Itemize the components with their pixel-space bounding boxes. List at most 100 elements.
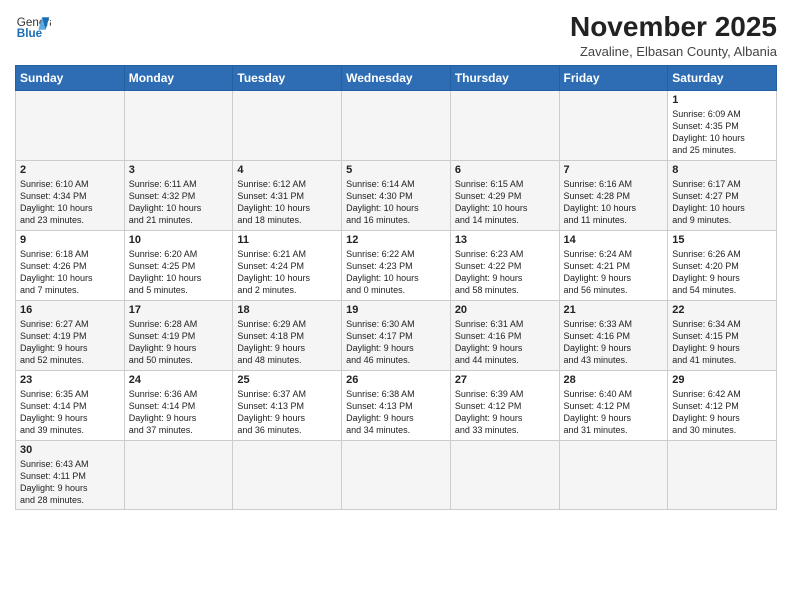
- day-cell: 9 Sunrise: 6:18 AM Sunset: 4:26 PM Daylig…: [16, 230, 125, 300]
- page: General Blue November 2025 Zavaline, Elb…: [0, 0, 792, 612]
- day-info: Sunrise: 6:39 AM Sunset: 4:12 PM Dayligh…: [455, 388, 555, 437]
- day-info: Sunrise: 6:24 AM Sunset: 4:21 PM Dayligh…: [564, 248, 664, 297]
- day-cell: 25 Sunrise: 6:37 AM Sunset: 4:13 PM Dayli…: [233, 370, 342, 440]
- day-number: 24: [129, 374, 229, 386]
- day-number: 25: [237, 374, 337, 386]
- day-info: Sunrise: 6:31 AM Sunset: 4:16 PM Dayligh…: [455, 318, 555, 367]
- day-cell: 21 Sunrise: 6:33 AM Sunset: 4:16 PM Dayli…: [559, 300, 668, 370]
- day-cell: 18Sunrise: 6:29 AM Sunset: 4:18 PM Dayli…: [233, 300, 342, 370]
- day-info: Sunrise: 6:26 AM Sunset: 4:20 PM Dayligh…: [672, 248, 772, 297]
- weekday-header-thursday: Thursday: [450, 65, 559, 90]
- day-cell: 5 Sunrise: 6:14 AM Sunset: 4:30 PM Daylig…: [342, 160, 451, 230]
- day-info: Sunrise: 6:42 AM Sunset: 4:12 PM Dayligh…: [672, 388, 772, 437]
- weekday-header-tuesday: Tuesday: [233, 65, 342, 90]
- day-cell: [450, 90, 559, 160]
- logo: General Blue: [15, 10, 51, 46]
- week-row-5: 23 Sunrise: 6:35 AM Sunset: 4:14 PM Dayli…: [16, 370, 777, 440]
- day-number: 2: [20, 164, 120, 176]
- day-info: Sunrise: 6:28 AM Sunset: 4:19 PM Dayligh…: [129, 318, 229, 367]
- day-number: 9: [20, 234, 120, 246]
- day-number: 28: [564, 374, 664, 386]
- day-info: Sunrise: 6:40 AM Sunset: 4:12 PM Dayligh…: [564, 388, 664, 437]
- day-cell: [668, 440, 777, 510]
- day-cell: [559, 440, 668, 510]
- day-info: Sunrise: 6:33 AM Sunset: 4:16 PM Dayligh…: [564, 318, 664, 367]
- day-number: 1: [672, 94, 772, 106]
- day-number: 6: [455, 164, 555, 176]
- day-number: 21: [564, 304, 664, 316]
- day-cell: 24 Sunrise: 6:36 AM Sunset: 4:14 PM Dayli…: [124, 370, 233, 440]
- day-cell: [233, 90, 342, 160]
- generalblue-icon: General Blue: [15, 10, 51, 46]
- day-cell: 20 Sunrise: 6:31 AM Sunset: 4:16 PM Dayli…: [450, 300, 559, 370]
- day-info: Sunrise: 6:12 AM Sunset: 4:31 PM Dayligh…: [237, 178, 337, 227]
- day-number: 5: [346, 164, 446, 176]
- day-number: 20: [455, 304, 555, 316]
- day-number: 3: [129, 164, 229, 176]
- day-cell: [16, 90, 125, 160]
- day-cell: [124, 440, 233, 510]
- day-number: 7: [564, 164, 664, 176]
- day-cell: [233, 440, 342, 510]
- day-info: Sunrise: 6:35 AM Sunset: 4:14 PM Dayligh…: [20, 388, 120, 437]
- day-number: 14: [564, 234, 664, 246]
- day-number: 8: [672, 164, 772, 176]
- day-number: 13: [455, 234, 555, 246]
- day-cell: 16 Sunrise: 6:27 AM Sunset: 4:19 PM Dayli…: [16, 300, 125, 370]
- day-number: 29: [672, 374, 772, 386]
- day-cell: 3 Sunrise: 6:11 AM Sunset: 4:32 PM Daylig…: [124, 160, 233, 230]
- day-number: 16: [20, 304, 120, 316]
- day-info: Sunrise: 6:15 AM Sunset: 4:29 PM Dayligh…: [455, 178, 555, 227]
- day-info: Sunrise: 6:27 AM Sunset: 4:19 PM Dayligh…: [20, 318, 120, 367]
- day-cell: 14 Sunrise: 6:24 AM Sunset: 4:21 PM Dayli…: [559, 230, 668, 300]
- title-block: November 2025 Zavaline, Elbasan County, …: [570, 10, 777, 59]
- day-info: Sunrise: 6:43 AM Sunset: 4:11 PM Dayligh…: [20, 458, 120, 507]
- header: General Blue November 2025 Zavaline, Elb…: [15, 10, 777, 59]
- location-subtitle: Zavaline, Elbasan County, Albania: [570, 44, 777, 59]
- day-number: 23: [20, 374, 120, 386]
- day-number: 12: [346, 234, 446, 246]
- day-number: 4: [237, 164, 337, 176]
- day-cell: 27 Sunrise: 6:39 AM Sunset: 4:12 PM Dayli…: [450, 370, 559, 440]
- week-row-6: 30Sunrise: 6:43 AM Sunset: 4:11 PM Dayli…: [16, 440, 777, 510]
- week-row-1: 1 Sunrise: 6:09 AM Sunset: 4:35 PM Daylig…: [16, 90, 777, 160]
- day-info: Sunrise: 6:10 AM Sunset: 4:34 PM Dayligh…: [20, 178, 120, 227]
- day-info: Sunrise: 6:29 AM Sunset: 4:18 PM Dayligh…: [237, 318, 337, 367]
- day-info: Sunrise: 6:21 AM Sunset: 4:24 PM Dayligh…: [237, 248, 337, 297]
- day-cell: 6 Sunrise: 6:15 AM Sunset: 4:29 PM Daylig…: [450, 160, 559, 230]
- day-number: 26: [346, 374, 446, 386]
- week-row-2: 2 Sunrise: 6:10 AM Sunset: 4:34 PM Daylig…: [16, 160, 777, 230]
- day-number: 22: [672, 304, 772, 316]
- weekday-header-monday: Monday: [124, 65, 233, 90]
- day-number: 27: [455, 374, 555, 386]
- day-info: Sunrise: 6:09 AM Sunset: 4:35 PM Dayligh…: [672, 108, 772, 157]
- day-cell: 23 Sunrise: 6:35 AM Sunset: 4:14 PM Dayli…: [16, 370, 125, 440]
- day-cell: 8 Sunrise: 6:17 AM Sunset: 4:27 PM Daylig…: [668, 160, 777, 230]
- calendar-table: SundayMondayTuesdayWednesdayThursdayFrid…: [15, 65, 777, 511]
- day-info: Sunrise: 6:37 AM Sunset: 4:13 PM Dayligh…: [237, 388, 337, 437]
- day-cell: [342, 90, 451, 160]
- day-info: Sunrise: 6:30 AM Sunset: 4:17 PM Dayligh…: [346, 318, 446, 367]
- weekday-header-saturday: Saturday: [668, 65, 777, 90]
- day-cell: [450, 440, 559, 510]
- day-cell: [342, 440, 451, 510]
- day-cell: 1 Sunrise: 6:09 AM Sunset: 4:35 PM Daylig…: [668, 90, 777, 160]
- day-info: Sunrise: 6:36 AM Sunset: 4:14 PM Dayligh…: [129, 388, 229, 437]
- day-info: Sunrise: 6:18 AM Sunset: 4:26 PM Dayligh…: [20, 248, 120, 297]
- day-cell: 26 Sunrise: 6:38 AM Sunset: 4:13 PM Dayli…: [342, 370, 451, 440]
- day-info: Sunrise: 6:11 AM Sunset: 4:32 PM Dayligh…: [129, 178, 229, 227]
- day-info: Sunrise: 6:38 AM Sunset: 4:13 PM Dayligh…: [346, 388, 446, 437]
- day-cell: [124, 90, 233, 160]
- day-number: 10: [129, 234, 229, 246]
- day-info: Sunrise: 6:22 AM Sunset: 4:23 PM Dayligh…: [346, 248, 446, 297]
- day-number: 15: [672, 234, 772, 246]
- day-info: Sunrise: 6:17 AM Sunset: 4:27 PM Dayligh…: [672, 178, 772, 227]
- day-info: Sunrise: 6:20 AM Sunset: 4:25 PM Dayligh…: [129, 248, 229, 297]
- weekday-header-sunday: Sunday: [16, 65, 125, 90]
- day-info: Sunrise: 6:34 AM Sunset: 4:15 PM Dayligh…: [672, 318, 772, 367]
- day-cell: 2 Sunrise: 6:10 AM Sunset: 4:34 PM Daylig…: [16, 160, 125, 230]
- day-info: Sunrise: 6:23 AM Sunset: 4:22 PM Dayligh…: [455, 248, 555, 297]
- day-info: Sunrise: 6:14 AM Sunset: 4:30 PM Dayligh…: [346, 178, 446, 227]
- day-number: 11: [237, 234, 337, 246]
- day-cell: 30Sunrise: 6:43 AM Sunset: 4:11 PM Dayli…: [16, 440, 125, 510]
